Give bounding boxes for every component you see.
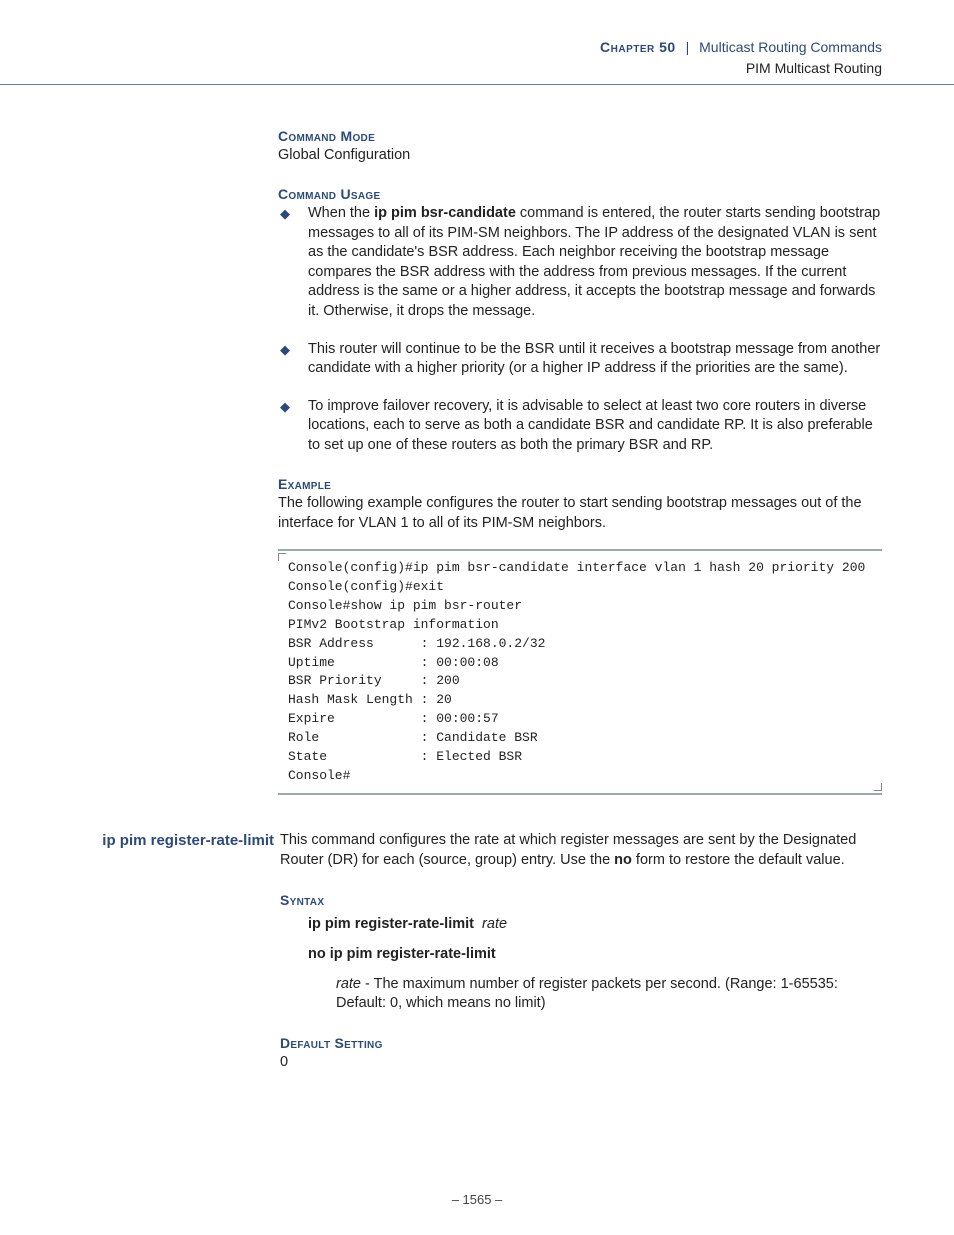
chapter-label: Chapter 50 [600, 39, 676, 55]
syntax-line-2: no ip pim register-rate-limit [308, 945, 882, 965]
bullet-1-post: command is entered, the router starts se… [308, 205, 880, 319]
arg-name: rate [336, 976, 361, 992]
header-separator: | [680, 39, 696, 55]
page: Chapter 50 | Multicast Routing Commands … [0, 0, 954, 1235]
header-line-1: Chapter 50 | Multicast Routing Commands [0, 38, 882, 57]
command-mode-heading: Command Mode [278, 127, 882, 146]
cmd-desc-post: form to restore the default value. [632, 852, 845, 868]
code-block: Console(config)#ip pim bsr-candidate int… [278, 549, 882, 795]
example-heading: Example [278, 475, 882, 494]
cmd-desc-para: This command configures the rate at whic… [280, 831, 882, 870]
content-area: Command Mode Global Configuration Comman… [0, 127, 954, 1086]
header-subject: Multicast Routing Commands [699, 39, 882, 55]
usage-bullet-3: To improve failover recovery, it is advi… [278, 397, 882, 456]
arg-desc: - The maximum number of register packets… [336, 976, 838, 1012]
example-intro: The following example configures the rou… [278, 494, 882, 533]
command-usage-heading: Command Usage [278, 185, 882, 204]
syntax-arg-desc: rate - The maximum number of register pa… [308, 975, 882, 1014]
syntax1-arg: rate [482, 916, 507, 932]
syntax-heading: Syntax [280, 891, 882, 910]
page-header: Chapter 50 | Multicast Routing Commands … [0, 0, 954, 85]
usage-bullet-1: When the ip pim bsr-candidate command is… [278, 204, 882, 321]
syntax1-cmd: ip pim register-rate-limit [308, 916, 474, 932]
cmd-desc-bold: no [614, 852, 632, 868]
default-setting-heading: Default Setting [280, 1034, 882, 1053]
header-line-2: PIM Multicast Routing [0, 57, 882, 78]
usage-list: When the ip pim bsr-candidate command is… [278, 204, 882, 455]
usage-bullet-2: This router will continue to be the BSR … [278, 340, 882, 379]
command-mode-text: Global Configuration [278, 146, 882, 166]
syntax-block: ip pim register-rate-limit rate no ip pi… [280, 915, 882, 1013]
command-name: ip pim register-rate-limit [86, 831, 280, 851]
syntax2-cmd: no ip pim register-rate-limit [308, 946, 496, 962]
syntax-line-1: ip pim register-rate-limit rate [308, 915, 882, 935]
default-setting-value: 0 [280, 1053, 882, 1073]
bullet-1-cmd: ip pim bsr-candidate [374, 205, 516, 221]
command-description: This command configures the rate at whic… [280, 831, 882, 1086]
command-definition: ip pim register-rate-limit This command … [278, 831, 882, 1086]
bullet-1-pre: When the [308, 205, 374, 221]
page-footer: – 1565 – [0, 1191, 954, 1209]
